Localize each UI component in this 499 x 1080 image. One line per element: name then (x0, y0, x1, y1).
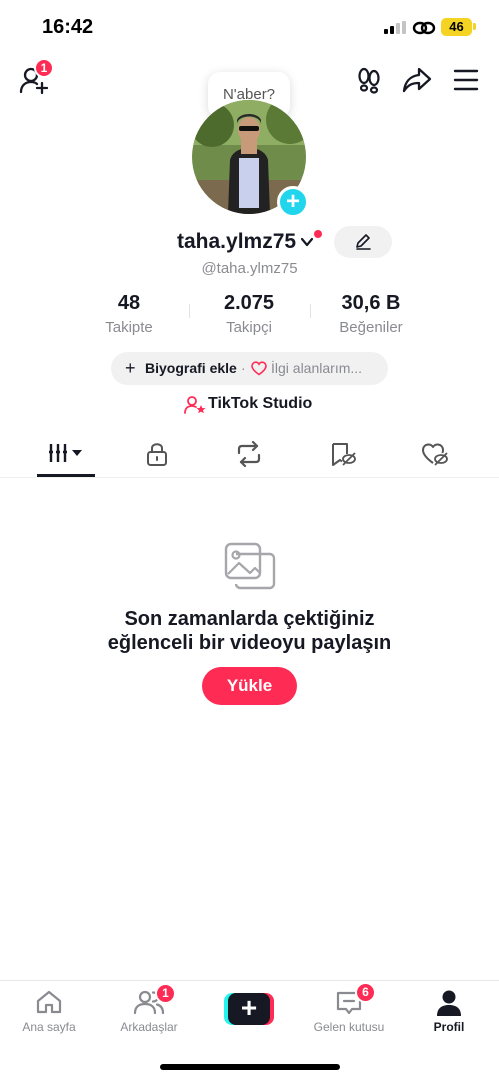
battery-tip (473, 23, 476, 30)
chevron-down-icon[interactable] (299, 234, 315, 250)
nav-friends[interactable]: Arkadaşlar (104, 981, 194, 1041)
tab-videos[interactable] (36, 430, 96, 476)
footprints-button[interactable] (355, 66, 383, 94)
nav-label: Ana sayfa (22, 1020, 76, 1034)
stat-value: 48 (117, 292, 141, 314)
lock-icon (147, 443, 167, 466)
photos-icon (224, 542, 276, 590)
signal-icon (384, 21, 406, 34)
status-bar: 16:42 46 (0, 0, 499, 52)
nav-home[interactable]: Ana sayfa (4, 981, 94, 1041)
inbox-badge: 6 (355, 982, 376, 1003)
friends-badge: 1 (155, 983, 176, 1004)
empty-state-line1: Son zamanlarda çektiğiniz (124, 608, 375, 630)
username[interactable]: taha.ylmz75 (177, 230, 296, 254)
plus-icon: + (125, 358, 136, 378)
nav-profile[interactable]: Profil (404, 981, 494, 1041)
tab-private[interactable] (127, 430, 187, 476)
menu-button[interactable] (453, 68, 479, 92)
stat-divider (310, 304, 311, 318)
avatar-add-button[interactable]: + (277, 186, 309, 218)
share-profile-button[interactable] (402, 66, 432, 94)
stat-value: 2.075 (223, 292, 275, 314)
active-tab-indicator (37, 474, 95, 477)
content-tabs (0, 430, 499, 478)
videos-grid-icon (49, 444, 82, 462)
interests-label: İlgi alanlarım... (271, 360, 363, 376)
create-button[interactable]: + (224, 993, 274, 1025)
edit-profile-button[interactable] (334, 226, 392, 258)
nav-inbox[interactable]: Gelen kutusu (304, 981, 394, 1041)
hidden-bookmark-icon (332, 443, 356, 466)
menu-icon (453, 69, 479, 91)
notification-dot (314, 230, 322, 238)
footprints-icon (358, 67, 380, 94)
hidden-likes-icon (422, 443, 448, 466)
tab-favorites[interactable] (313, 430, 373, 476)
repost-icon (237, 441, 261, 467)
tab-reposts[interactable] (219, 430, 279, 476)
add-bio-button[interactable]: + Biyografi ekle · İlgi alanlarım... (111, 352, 388, 385)
upload-button[interactable]: Yükle (202, 667, 297, 705)
studio-label: TikTok Studio (208, 395, 313, 412)
status-time: 16:42 (42, 16, 94, 38)
bio-separator: · (241, 360, 246, 376)
nav-label: Profil (433, 1020, 465, 1034)
nav-label: Arkadaşlar (120, 1020, 178, 1034)
stat-followers[interactable]: 2.075 Takipçi (204, 292, 294, 336)
studio-icon (184, 396, 206, 414)
stat-divider (189, 304, 190, 318)
share-icon (402, 67, 432, 93)
user-handle: @taha.ylmz75 (201, 260, 298, 277)
link-icon (412, 21, 436, 35)
tab-liked[interactable] (405, 430, 465, 476)
nav-label: Gelen kutusu (313, 1020, 385, 1034)
heart-icon (251, 361, 267, 376)
empty-state-line2: eğlenceli bir videoyu paylaşın (107, 632, 392, 654)
plus-icon: + (228, 993, 270, 1025)
empty-state-message: Son zamanlarda çektiğiniz eğlenceli bir … (0, 607, 499, 655)
battery-indicator: 46 (441, 18, 472, 36)
stat-likes[interactable]: 30,6 B Beğeniler (326, 292, 416, 336)
stat-following[interactable]: 48 Takipte (89, 292, 169, 336)
add-friend-badge: 1 (34, 58, 54, 78)
stat-value: 30,6 B (341, 292, 401, 314)
profile-icon (437, 990, 461, 1016)
stat-label: Takipte (105, 319, 153, 336)
pencil-icon (356, 234, 371, 250)
home-icon (36, 990, 62, 1014)
add-bio-label: Biyografi ekle (145, 360, 237, 376)
stat-label: Takipçi (226, 319, 272, 336)
home-indicator (160, 1064, 340, 1070)
stat-label: Beğeniler (339, 319, 403, 336)
